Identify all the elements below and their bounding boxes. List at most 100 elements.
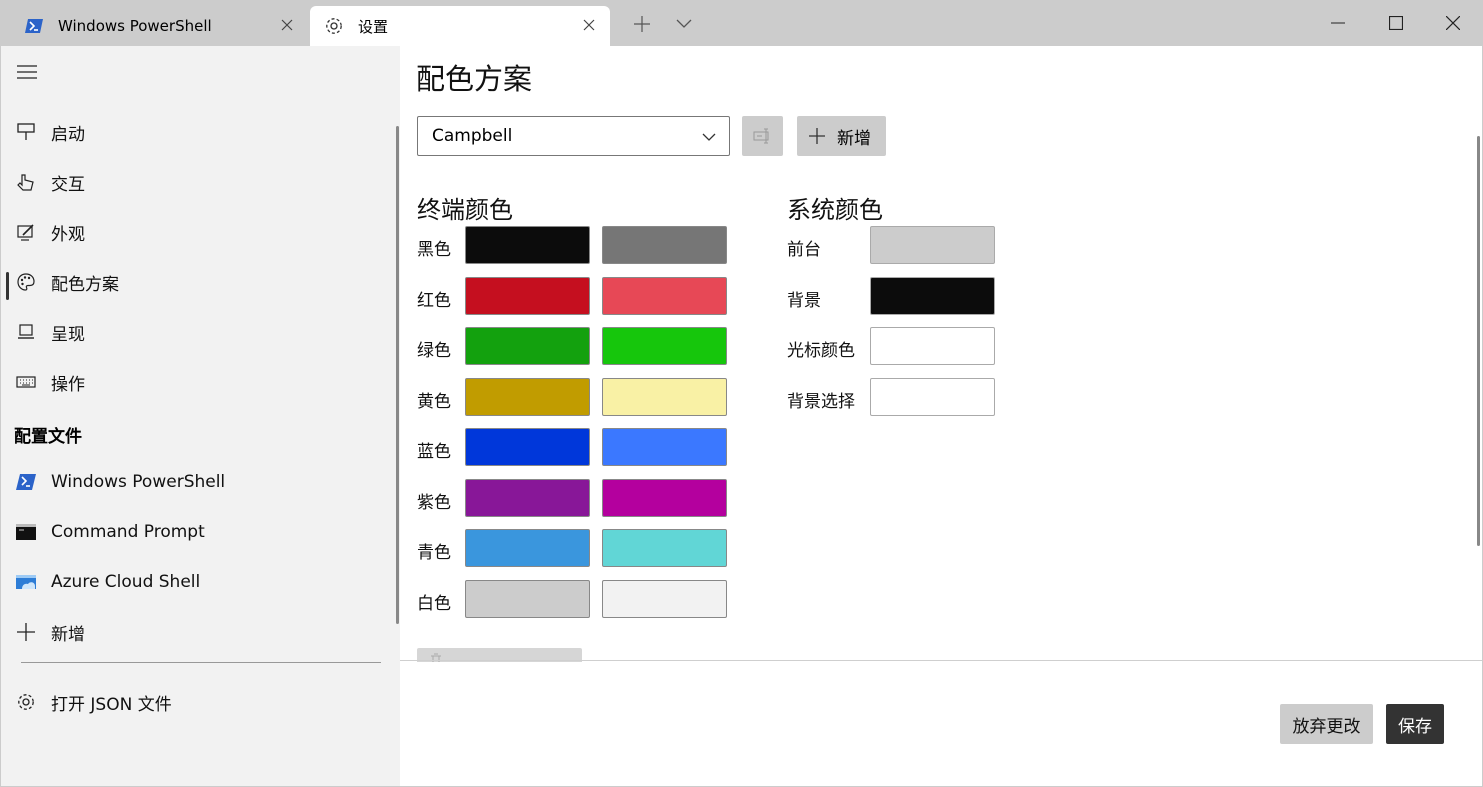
color-swatch-bright[interactable] (602, 579, 727, 618)
save-button[interactable]: 保存 (1386, 704, 1444, 744)
footer-divider (400, 660, 1482, 661)
tab-windows-powershell[interactable]: Windows PowerShell (0, 6, 308, 46)
sidebar-item-label: 新增 (51, 624, 85, 645)
color-swatch-normal[interactable] (465, 529, 590, 567)
color-swatch-normal[interactable] (465, 377, 590, 416)
maximize-button[interactable] (1381, 8, 1411, 38)
terminal-color-label: 青色 (417, 543, 451, 563)
plus-icon (634, 16, 650, 32)
palette-icon (15, 271, 37, 293)
sidebar-item-profile-powershell[interactable]: Windows PowerShell (1, 462, 396, 502)
monitor-icon (15, 321, 37, 343)
sidebar-item-label: 交互 (51, 174, 85, 195)
rename-icon (753, 128, 768, 144)
color-swatch-normal[interactable] (465, 327, 590, 365)
pointer-icon (15, 171, 37, 193)
sidebar-scrollbar[interactable] (396, 126, 399, 624)
color-swatch-bright[interactable] (602, 529, 727, 567)
terminal-color-label: 蓝色 (417, 442, 451, 462)
powershell-icon (15, 471, 37, 493)
system-color-label: 背景 (787, 290, 821, 311)
sidebar-item-startup[interactable]: 启动 (1, 112, 396, 152)
color-swatch-normal[interactable] (465, 478, 590, 517)
sidebar-item-label: 外观 (51, 224, 85, 245)
sidebar-item-profile-azure[interactable]: Azure Cloud Shell (1, 562, 396, 602)
color-swatch-bright[interactable] (602, 428, 727, 466)
gear-icon (15, 691, 37, 713)
chevron-down-icon (676, 19, 692, 28)
new-tab-button[interactable] (630, 12, 654, 36)
system-color-swatch[interactable] (870, 276, 995, 315)
sidebar-divider (21, 662, 381, 663)
selection-indicator (6, 272, 9, 300)
sidebar-item-rendering[interactable]: 呈现 (1, 312, 396, 352)
main-scrollbar[interactable] (1477, 136, 1480, 546)
terminal-color-label: 黄色 (417, 391, 451, 412)
window-close-button[interactable] (1438, 8, 1468, 38)
color-swatch-bright[interactable] (602, 377, 727, 416)
terminal-color-label: 紫色 (417, 492, 451, 513)
color-swatch-bright[interactable] (602, 327, 727, 365)
hamburger-menu-button[interactable] (17, 64, 37, 80)
color-swatch-bright[interactable] (602, 478, 727, 517)
system-color-swatch[interactable] (870, 377, 995, 416)
page-title: 配色方案 (416, 62, 533, 96)
plus-icon (15, 621, 37, 643)
sidebar-item-label: Command Prompt (51, 522, 205, 542)
system-color-swatch[interactable] (870, 226, 995, 264)
system-color-swatch[interactable] (870, 327, 995, 365)
cmd-icon (15, 521, 37, 543)
appearance-icon (15, 221, 37, 243)
sidebar-item-label: Windows PowerShell (51, 472, 226, 492)
color-swatch-bright[interactable] (602, 226, 727, 264)
azure-icon (15, 571, 37, 593)
plus-icon (807, 126, 827, 146)
launch-icon (15, 121, 37, 143)
close-icon[interactable] (580, 16, 598, 34)
terminal-color-label: 红色 (417, 290, 451, 311)
discard-changes-button[interactable]: 放弃更改 (1280, 704, 1373, 744)
color-swatch-normal[interactable] (465, 226, 590, 264)
sidebar-item-open-json[interactable]: 打开 JSON 文件 (1, 682, 396, 722)
system-colors-title: 系统颜色 (787, 196, 883, 224)
sidebar: 启动 交互 外观 配色方案 呈现 操作 配置文件 Windows PowerSh… (1, 46, 400, 786)
add-scheme-label: 新增 (837, 128, 871, 149)
profiles-section-title: 配置文件 (14, 427, 82, 447)
minimize-icon (1331, 22, 1345, 24)
minimize-button[interactable] (1323, 8, 1353, 38)
sidebar-item-color-schemes[interactable]: 配色方案 (1, 262, 396, 302)
tab-settings[interactable]: 设置 (310, 6, 610, 46)
system-color-label: 前台 (787, 240, 821, 260)
tab-label: Windows PowerShell (58, 17, 212, 35)
system-color-label: 光标颜色 (787, 341, 855, 361)
keyboard-icon (15, 371, 37, 393)
color-scheme-selected-value: Campbell (432, 126, 513, 146)
sidebar-item-add-profile[interactable]: 新增 (1, 612, 396, 652)
hamburger-icon (17, 65, 37, 79)
close-icon[interactable] (278, 16, 296, 34)
sidebar-item-actions[interactable]: 操作 (1, 362, 396, 402)
color-swatch-normal[interactable] (465, 579, 590, 618)
sidebar-item-label: 呈现 (51, 324, 85, 345)
system-color-label: 背景选择 (787, 391, 855, 412)
sidebar-item-label: 启动 (51, 124, 85, 145)
color-swatch-normal[interactable] (465, 428, 590, 466)
sidebar-item-label: Azure Cloud Shell (51, 572, 201, 592)
rename-scheme-button[interactable] (742, 116, 783, 156)
color-swatch-bright[interactable] (602, 276, 727, 315)
color-swatch-normal[interactable] (465, 276, 590, 315)
gear-icon (324, 16, 344, 36)
tab-label: 设置 (358, 17, 389, 36)
title-bar: Windows PowerShell 设置 (0, 0, 1483, 46)
sidebar-item-label: 操作 (51, 374, 85, 395)
color-scheme-dropdown[interactable]: Campbell (417, 116, 730, 156)
sidebar-item-interaction[interactable]: 交互 (1, 162, 396, 202)
sidebar-item-profile-cmd[interactable]: Command Prompt (1, 512, 396, 552)
tab-dropdown-button[interactable] (672, 12, 696, 36)
sidebar-item-label: 打开 JSON 文件 (51, 694, 172, 715)
sidebar-item-label: 配色方案 (51, 274, 119, 295)
terminal-color-label: 绿色 (417, 341, 451, 361)
main-panel: 配色方案 Campbell 新增 终端颜色 系统颜色 黑色 红色 绿色 黄色 蓝色 紫色青… (400, 46, 1482, 786)
add-scheme-button[interactable]: 新增 (797, 116, 886, 156)
sidebar-item-appearance[interactable]: 外观 (1, 212, 396, 252)
